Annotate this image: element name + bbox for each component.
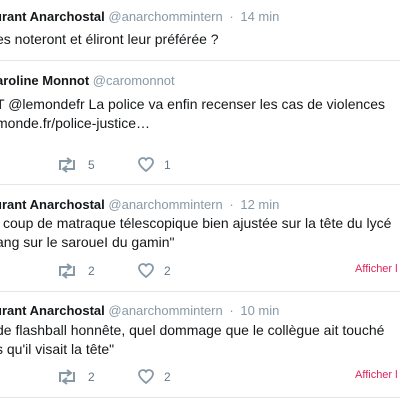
tweet-text-line: de flashball honnête, quel dommage que l… — [0, 322, 385, 338]
retweet-count: 2 — [88, 370, 95, 384]
author-name[interactable]: urant Anarchostal — [0, 303, 105, 318]
author-name[interactable]: urant Anarchostal — [0, 9, 105, 24]
retweet-icon — [59, 369, 75, 385]
like-count: 2 — [164, 263, 171, 278]
tweet-text-line: s qu'il visait la tête" — [0, 341, 115, 357]
divider — [0, 397, 400, 398]
divider — [0, 291, 400, 292]
author-name[interactable]: aroline Monnot — [0, 73, 89, 88]
like-button[interactable]: 2 — [138, 263, 171, 278]
show-more-link[interactable]: Afficher l — [355, 263, 398, 275]
like-count: 2 — [164, 369, 171, 384]
retweet-button[interactable]: 2 — [56, 263, 95, 279]
timestamp[interactable]: 14 min — [240, 9, 279, 24]
author-handle[interactable]: @caromonnot — [93, 73, 175, 88]
tweet-link[interactable]: monde.fr/police-justice… — [0, 114, 385, 133]
tweet-text: i coup de matraque télescopique bien aju… — [0, 214, 391, 252]
tweet-actions: 5 1 — [56, 157, 356, 175]
separator-dot: · — [229, 197, 234, 212]
retweet-count: 5 — [88, 158, 95, 172]
tweet-header: urant Anarchostal @anarchommintern · 12 … — [0, 197, 279, 213]
divider — [0, 184, 400, 185]
separator-dot: · — [229, 303, 234, 318]
heart-icon — [138, 263, 154, 278]
tweet-header: aroline Monnot @caromonnot — [0, 73, 175, 89]
author-handle[interactable]: @anarchommintern — [108, 9, 222, 24]
retweet-button[interactable]: 2 — [56, 369, 95, 385]
heart-icon — [138, 369, 154, 384]
tweet-text-line: ang sur le saroueI du gamin" — [0, 234, 175, 250]
retweet-button[interactable]: 5 — [56, 157, 95, 173]
author-handle[interactable]: @anarchommintern — [108, 197, 222, 212]
tweet-text-line: i coup de matraque télescopique bien aju… — [0, 215, 392, 231]
like-button[interactable]: 2 — [138, 369, 171, 384]
tweet-actions: 2 2 — [56, 263, 356, 281]
tweet-text-line: es noteront et éliront leur préférée ? — [0, 31, 219, 47]
tweet-text: de flashball honnête, quel dommage que l… — [0, 321, 384, 359]
author-name[interactable]: urant Anarchostal — [0, 197, 105, 212]
like-count: 1 — [164, 157, 171, 172]
tweet-text: T @lemondefr La police va enfin recenser… — [0, 95, 385, 133]
like-button[interactable]: 1 — [138, 157, 171, 172]
retweet-count: 2 — [88, 264, 95, 278]
divider — [0, 60, 400, 61]
timestamp[interactable]: 12 min — [240, 197, 279, 212]
show-more-link[interactable]: Afficher l — [355, 369, 398, 381]
author-handle[interactable]: @anarchommintern — [108, 303, 222, 318]
tweet-actions: 2 2 — [56, 369, 356, 387]
retweet-icon — [59, 157, 75, 173]
heart-icon — [138, 157, 154, 172]
tweet-text-line: T @lemondefr La police va enfin recenser… — [0, 96, 386, 112]
separator-dot: · — [229, 9, 234, 24]
tweet-text: es noteront et éliront leur préférée ? — [0, 30, 219, 49]
tweet-header: urant Anarchostal @anarchommintern · 10 … — [0, 303, 279, 319]
retweet-icon — [59, 263, 75, 279]
timestamp[interactable]: 10 min — [240, 303, 279, 318]
tweet-header: urant Anarchostal @anarchommintern · 14 … — [0, 9, 279, 25]
